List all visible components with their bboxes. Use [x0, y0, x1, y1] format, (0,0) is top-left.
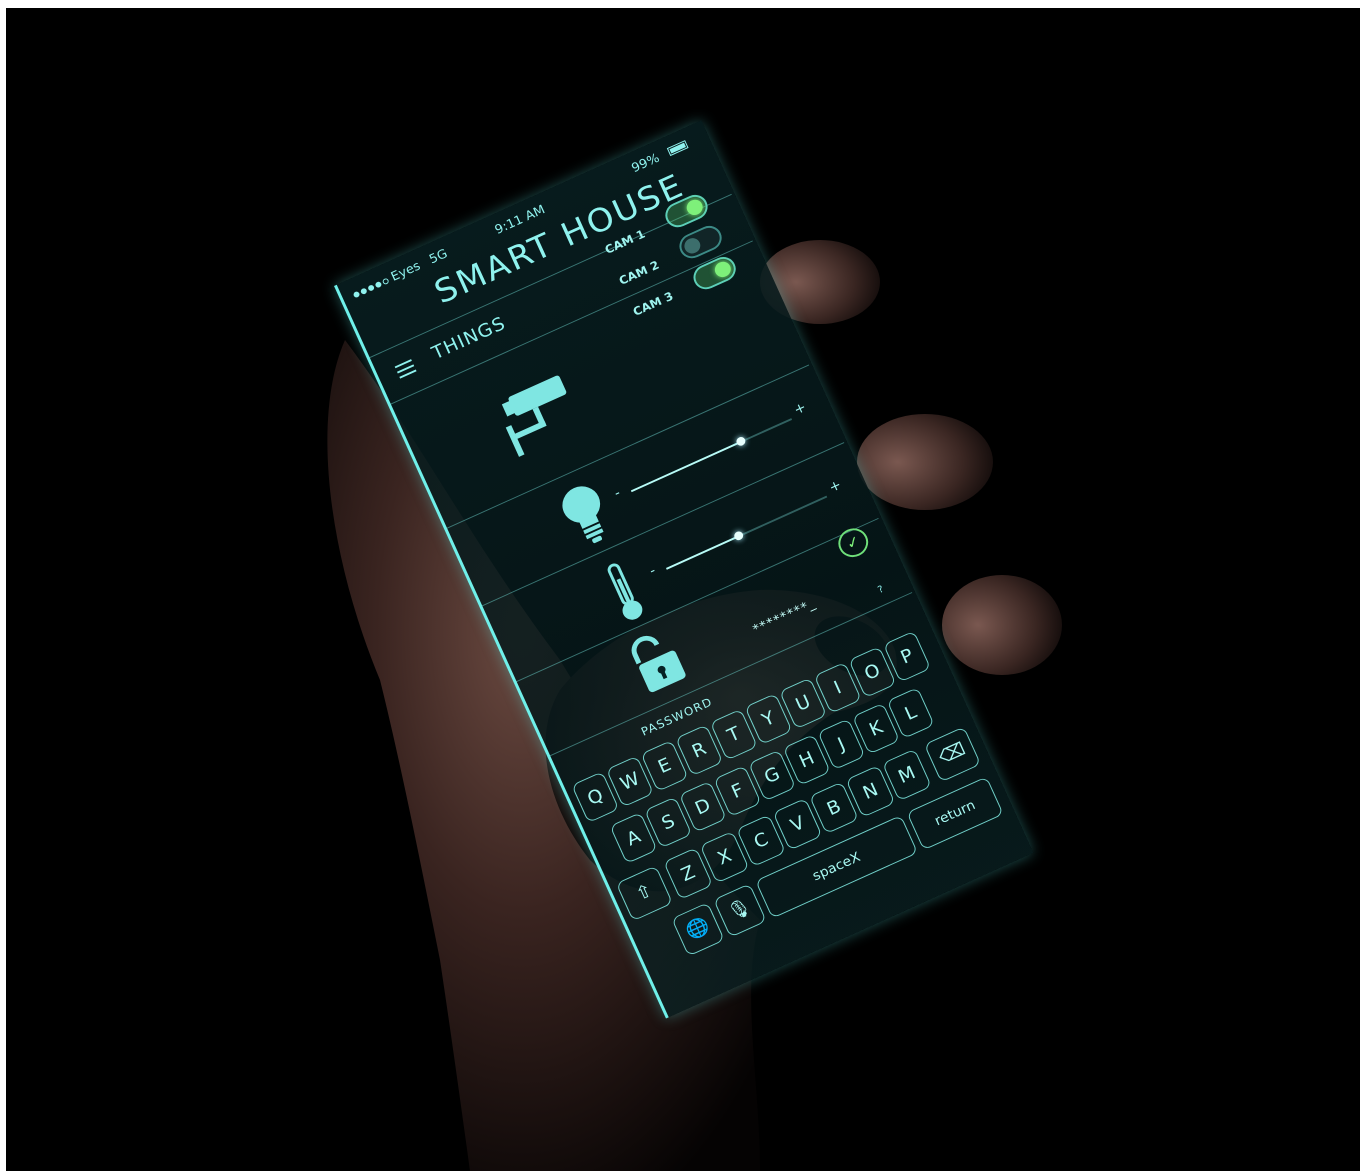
finger-2 [857, 414, 993, 510]
shift-key[interactable]: ⇧ [615, 865, 674, 922]
photo-scene: Eyes 5G 9:11 AM 99% SMART HOUSE THINGS C… [0, 0, 1360, 1171]
globe-icon[interactable]: 🌐 [671, 902, 725, 957]
finger-3 [942, 575, 1062, 675]
backspace-key[interactable]: ⌫ [923, 726, 982, 783]
microphone-icon[interactable]: 🎙 [713, 883, 767, 938]
space-key[interactable]: spaceX [755, 814, 919, 919]
